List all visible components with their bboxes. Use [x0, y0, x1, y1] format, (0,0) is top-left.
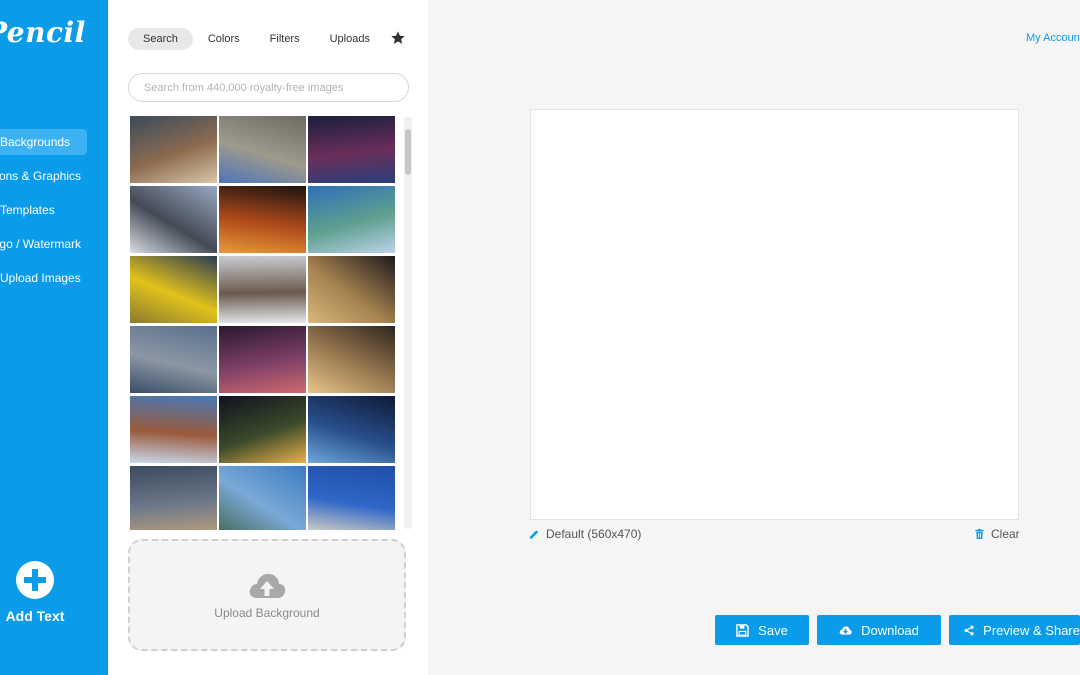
sidebar: Pencil Backgrounds Icons & Graphics Temp…	[0, 0, 108, 675]
canvas-size-selector[interactable]: Default (560x470)	[529, 527, 641, 541]
thumbnail-image[interactable]	[219, 116, 306, 183]
sidebar-item-label: Icons & Graphics	[0, 169, 81, 183]
sidebar-nav: Backgrounds Icons & Graphics Templates L…	[0, 129, 87, 299]
thumbnail-image[interactable]	[308, 256, 395, 323]
cloud-download-icon	[839, 625, 852, 635]
preview-share-label: Preview & Share	[983, 622, 1080, 638]
sidebar-item-logo-watermark[interactable]: Logo / Watermark	[0, 231, 87, 257]
thumbnail-image[interactable]	[219, 466, 306, 530]
cloud-upload-icon	[249, 573, 286, 598]
clear-label: Clear	[991, 527, 1020, 541]
thumbnail-image[interactable]	[308, 466, 395, 530]
app-logo[interactable]: Pencil	[0, 16, 86, 49]
tab-filters[interactable]: Filters	[255, 28, 315, 50]
upload-background-label: Upload Background	[214, 606, 320, 620]
thumbnail-image[interactable]	[219, 326, 306, 393]
thumbnail-image[interactable]	[130, 256, 217, 323]
plus-circle-icon	[16, 561, 54, 599]
thumbnail-image[interactable]	[308, 396, 395, 463]
sidebar-item-templates[interactable]: Templates	[0, 197, 87, 223]
thumbnail-image[interactable]	[219, 186, 306, 253]
sidebar-item-upload-images[interactable]: Upload Images	[0, 265, 87, 291]
canvas-size-label: Default (560x470)	[546, 527, 642, 541]
add-text-button[interactable]: Add Text	[0, 561, 80, 624]
thumbnail-image[interactable]	[130, 116, 217, 183]
sidebar-item-icons-graphics[interactable]: Icons & Graphics	[0, 163, 87, 189]
download-label: Download	[861, 622, 919, 638]
save-button[interactable]: Save	[715, 615, 809, 645]
clear-canvas-button[interactable]: Clear	[974, 527, 1020, 541]
thumbnail-image[interactable]	[130, 186, 217, 253]
panel-tabs: Search Colors Filters Uploads	[128, 28, 385, 50]
thumbnail-image[interactable]	[219, 256, 306, 323]
thumbnail-image[interactable]	[219, 396, 306, 463]
search-input[interactable]	[128, 73, 409, 102]
download-button[interactable]: Download	[817, 615, 941, 645]
tab-colors[interactable]: Colors	[193, 28, 255, 50]
share-icon	[964, 625, 974, 635]
sidebar-item-backgrounds[interactable]: Backgrounds	[0, 129, 87, 155]
thumbnail-image[interactable]	[130, 466, 217, 530]
pencil-icon	[529, 530, 539, 539]
thumbnail-image[interactable]	[130, 326, 217, 393]
star-icon[interactable]	[390, 30, 406, 46]
thumbnail-scrollbar[interactable]	[404, 117, 412, 529]
my-account-link[interactable]: My Account	[1026, 32, 1080, 44]
design-canvas[interactable]	[530, 109, 1019, 520]
upload-background-dropzone[interactable]: Upload Background	[128, 539, 406, 651]
trash-icon	[975, 528, 984, 540]
thumbnail-image[interactable]	[308, 116, 395, 183]
tab-search[interactable]: Search	[128, 28, 193, 50]
floppy-disk-icon	[736, 623, 749, 637]
thumbnail-image[interactable]	[308, 326, 395, 393]
add-text-label: Add Text	[5, 608, 65, 624]
sidebar-item-label: Logo / Watermark	[0, 237, 81, 251]
sidebar-item-label: Templates	[0, 203, 55, 217]
image-panel: Search Colors Filters Uploads Upload Bac…	[108, 0, 428, 675]
preview-share-button[interactable]: Preview & Share	[949, 615, 1080, 645]
sidebar-item-label: Backgrounds	[0, 135, 71, 149]
sidebar-item-label: Upload Images	[0, 271, 81, 285]
thumbnail-grid	[130, 116, 396, 530]
thumbnail-image[interactable]	[130, 396, 217, 463]
tab-uploads[interactable]: Uploads	[315, 28, 385, 50]
save-label: Save	[758, 622, 788, 638]
thumbnail-image[interactable]	[308, 186, 395, 253]
scrollbar-thumb[interactable]	[405, 129, 411, 175]
